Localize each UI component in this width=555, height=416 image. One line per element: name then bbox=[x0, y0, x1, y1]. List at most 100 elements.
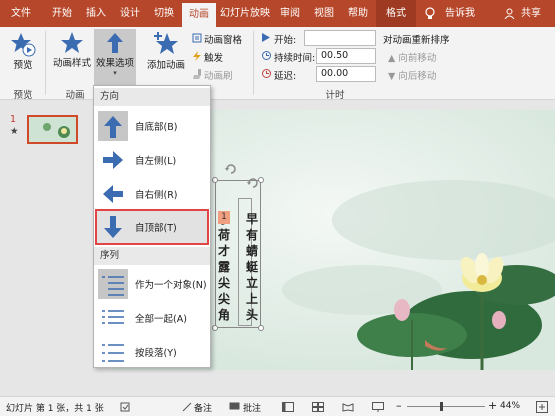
preview-star-icon bbox=[11, 33, 36, 57]
tab-home[interactable]: 开始 bbox=[46, 0, 78, 27]
direction-from-right[interactable]: 自右侧(R) bbox=[95, 176, 209, 212]
arrow-left-icon bbox=[103, 185, 123, 203]
delay-input[interactable]: 00.00 bbox=[316, 66, 376, 82]
direction-from-top-label: 自顶部(T) bbox=[135, 223, 177, 234]
group-preview-label: 预览 bbox=[13, 90, 33, 101]
lightbulb-icon bbox=[425, 7, 435, 19]
effect-options-label: 效果选项 bbox=[95, 58, 134, 69]
zoom-out-button[interactable]: – bbox=[396, 399, 402, 412]
preview-button[interactable]: 预览 bbox=[6, 31, 40, 71]
effect-options-dropdown: 方向 自底部(B) 自左侧(L) 自右侧(R) 自顶部(T) 序列 作为一个对象… bbox=[93, 85, 211, 368]
duration-input[interactable]: 00.50 bbox=[316, 48, 376, 64]
tab-transitions[interactable]: 切换 bbox=[148, 0, 180, 27]
reading-view-icon[interactable] bbox=[342, 402, 354, 412]
add-animation-button[interactable]: 添加动画 bbox=[146, 31, 186, 71]
sequence-by-paragraph[interactable]: 按段落(Y) bbox=[95, 334, 209, 370]
ribbon-panel: 预览 动画样式 效果选项 ▾ 添加动画 动画窗格 触发 动画刷 开始: 持续时间… bbox=[0, 27, 555, 101]
slide-number: 1 bbox=[10, 114, 17, 125]
paintbrush-icon bbox=[193, 69, 201, 79]
direction-from-right-label: 自右侧(R) bbox=[135, 190, 178, 201]
rotate-handle-icon[interactable] bbox=[224, 162, 238, 176]
resize-handle[interactable] bbox=[212, 177, 218, 183]
tab-animations[interactable]: 动画 bbox=[182, 3, 216, 27]
tab-view[interactable]: 视图 bbox=[308, 0, 340, 27]
effect-options-button[interactable]: 效果选项 ▾ bbox=[94, 29, 136, 85]
arrow-right-icon bbox=[103, 151, 123, 169]
move-earlier-button[interactable]: ▲ 向前移动 bbox=[388, 50, 436, 64]
move-earlier-label: 向前移动 bbox=[398, 53, 437, 64]
animation-styles-label: 动画样式 bbox=[52, 58, 91, 69]
group-timing-label: 计时 bbox=[325, 90, 345, 101]
animation-star-icon bbox=[61, 32, 83, 53]
start-label: 开始: bbox=[274, 35, 297, 46]
arrow-up-icon bbox=[107, 33, 123, 53]
separator bbox=[45, 31, 46, 95]
sequence-all-at-once[interactable]: 全部一起(A) bbox=[95, 300, 209, 336]
direction-header: 方向 bbox=[94, 88, 210, 106]
fit-to-window-icon[interactable] bbox=[536, 401, 548, 413]
normal-view-icon[interactable] bbox=[282, 402, 294, 412]
sequence-by-paragraph-label: 按段落(Y) bbox=[135, 348, 177, 359]
tab-file[interactable]: 文件 bbox=[4, 0, 38, 27]
sequence-as-one-object[interactable]: 作为一个对象(N) bbox=[95, 266, 209, 302]
add-animation-star-icon bbox=[154, 32, 178, 54]
ribbon-tab-bar: 文件 开始 插入 设计 切换 动画 幻灯片放映 审阅 视图 帮助 格式 告诉我 … bbox=[0, 0, 555, 27]
lightning-icon bbox=[193, 51, 201, 61]
start-select[interactable] bbox=[304, 30, 376, 46]
move-later-button[interactable]: ▼ 向后移动 bbox=[388, 68, 436, 82]
direction-from-top[interactable]: 自顶部(T) bbox=[95, 209, 209, 245]
comments-icon bbox=[229, 402, 240, 410]
move-later-label: 向后移动 bbox=[398, 71, 437, 82]
sequence-all-at-once-label: 全部一起(A) bbox=[135, 314, 187, 325]
rotate-handle-icon[interactable] bbox=[246, 176, 260, 190]
chevron-down-icon: ▾ bbox=[113, 69, 117, 77]
slideshow-icon[interactable] bbox=[372, 402, 384, 412]
direction-from-bottom[interactable]: 自底部(B) bbox=[95, 108, 209, 144]
poem-line-1[interactable]: 小荷才露尖尖角 bbox=[217, 211, 231, 323]
clock-icon bbox=[262, 51, 271, 60]
animation-painter-button[interactable]: 动画刷 bbox=[204, 68, 233, 82]
animation-styles-button[interactable]: 动画样式 bbox=[50, 31, 94, 69]
tab-design[interactable]: 设计 bbox=[114, 0, 146, 27]
resize-handle[interactable] bbox=[258, 325, 264, 331]
comments-button[interactable]: 批注 bbox=[243, 401, 261, 414]
spellcheck-icon[interactable] bbox=[120, 402, 130, 412]
duration-label: 持续时间: bbox=[274, 53, 316, 64]
as-one-object-icon bbox=[98, 269, 128, 299]
arrow-up-icon bbox=[98, 111, 128, 141]
tell-me-search[interactable]: 告诉我 bbox=[440, 0, 480, 27]
delay-label: 延迟: bbox=[274, 71, 297, 82]
arrow-down-icon bbox=[104, 216, 122, 238]
slide-sorter-icon[interactable] bbox=[312, 402, 324, 412]
tab-review[interactable]: 审阅 bbox=[274, 0, 306, 27]
tab-insert[interactable]: 插入 bbox=[80, 0, 112, 27]
share-button[interactable]: 共享 bbox=[516, 0, 546, 27]
group-animation-label: 动画 bbox=[65, 90, 85, 101]
sequence-header: 序列 bbox=[94, 247, 210, 265]
slide-count-text: 幻灯片 第 1 张，共 1 张 bbox=[6, 404, 104, 414]
notes-button[interactable]: 备注 bbox=[194, 401, 212, 414]
direction-from-left[interactable]: 自左侧(L) bbox=[95, 142, 209, 178]
play-icon bbox=[262, 33, 270, 42]
resize-handle[interactable] bbox=[212, 325, 218, 331]
animation-pane-button[interactable]: 动画窗格 bbox=[204, 32, 242, 46]
zoom-slider-thumb[interactable] bbox=[440, 402, 443, 411]
zoom-slider-track[interactable] bbox=[407, 406, 485, 407]
reorder-label: 对动画重新排序 bbox=[383, 35, 450, 46]
preview-label: 预览 bbox=[13, 60, 33, 71]
tab-format[interactable]: 格式 bbox=[376, 0, 416, 27]
add-animation-label: 添加动画 bbox=[146, 60, 185, 71]
trigger-button[interactable]: 触发 bbox=[204, 50, 223, 64]
separator bbox=[253, 31, 254, 95]
zoom-in-button[interactable]: + bbox=[488, 399, 497, 412]
animation-star-marker: ★ bbox=[10, 126, 19, 137]
poem-line-2[interactable]: 早有蜻蜓立上头 bbox=[245, 211, 259, 323]
sequence-as-one-object-label: 作为一个对象(N) bbox=[135, 280, 207, 291]
all-at-once-icon bbox=[102, 310, 124, 324]
tab-help[interactable]: 帮助 bbox=[342, 0, 374, 27]
tab-slideshow[interactable]: 幻灯片放映 bbox=[218, 0, 272, 27]
by-paragraph-icon bbox=[102, 344, 124, 362]
slide-thumbnail[interactable] bbox=[27, 115, 78, 144]
animation-pane-icon bbox=[192, 33, 202, 43]
zoom-level[interactable]: 44% bbox=[500, 401, 520, 411]
